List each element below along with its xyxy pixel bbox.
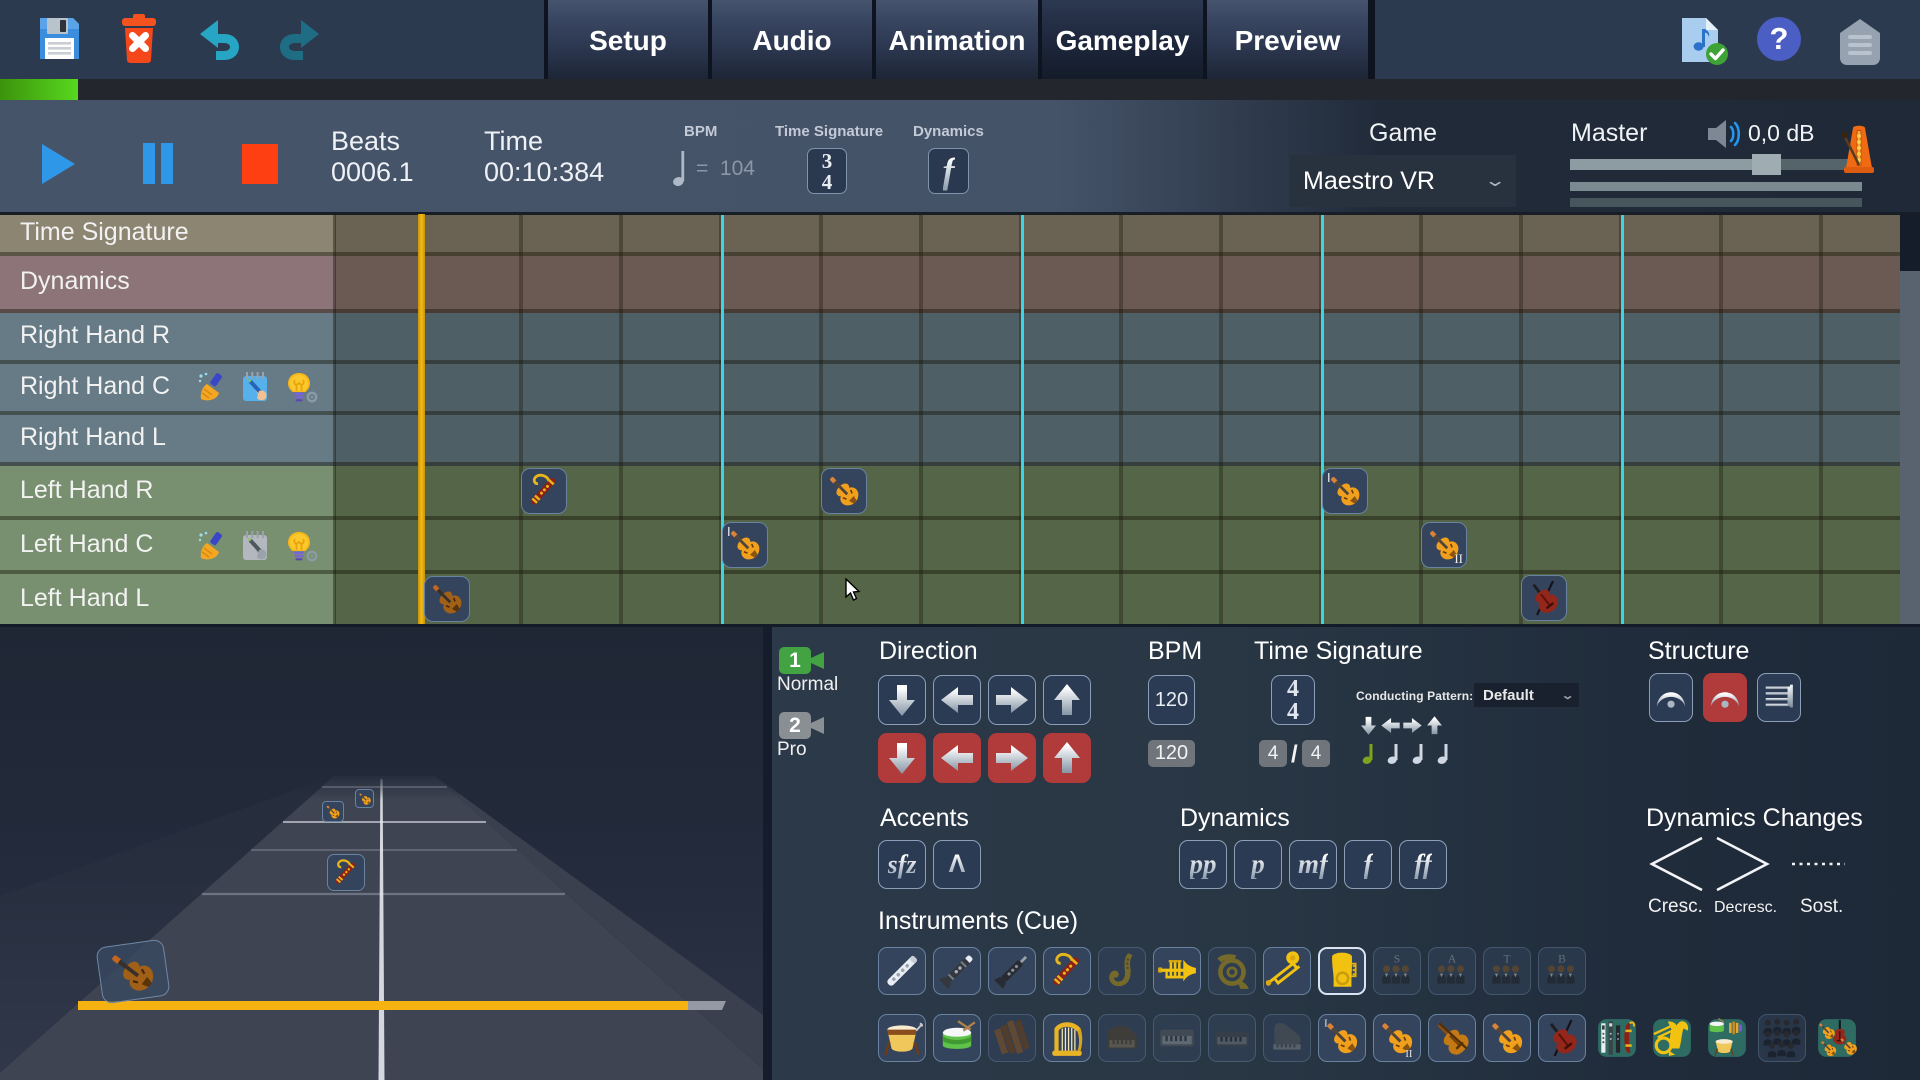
- svg-text:I: I: [1324, 1018, 1328, 1029]
- svg-text:S: S: [1394, 954, 1400, 966]
- svg-text:A: A: [1448, 954, 1457, 966]
- svg-text:B: B: [1558, 954, 1566, 966]
- svg-text:T: T: [1503, 954, 1510, 966]
- svg-text:II: II: [1405, 1049, 1412, 1059]
